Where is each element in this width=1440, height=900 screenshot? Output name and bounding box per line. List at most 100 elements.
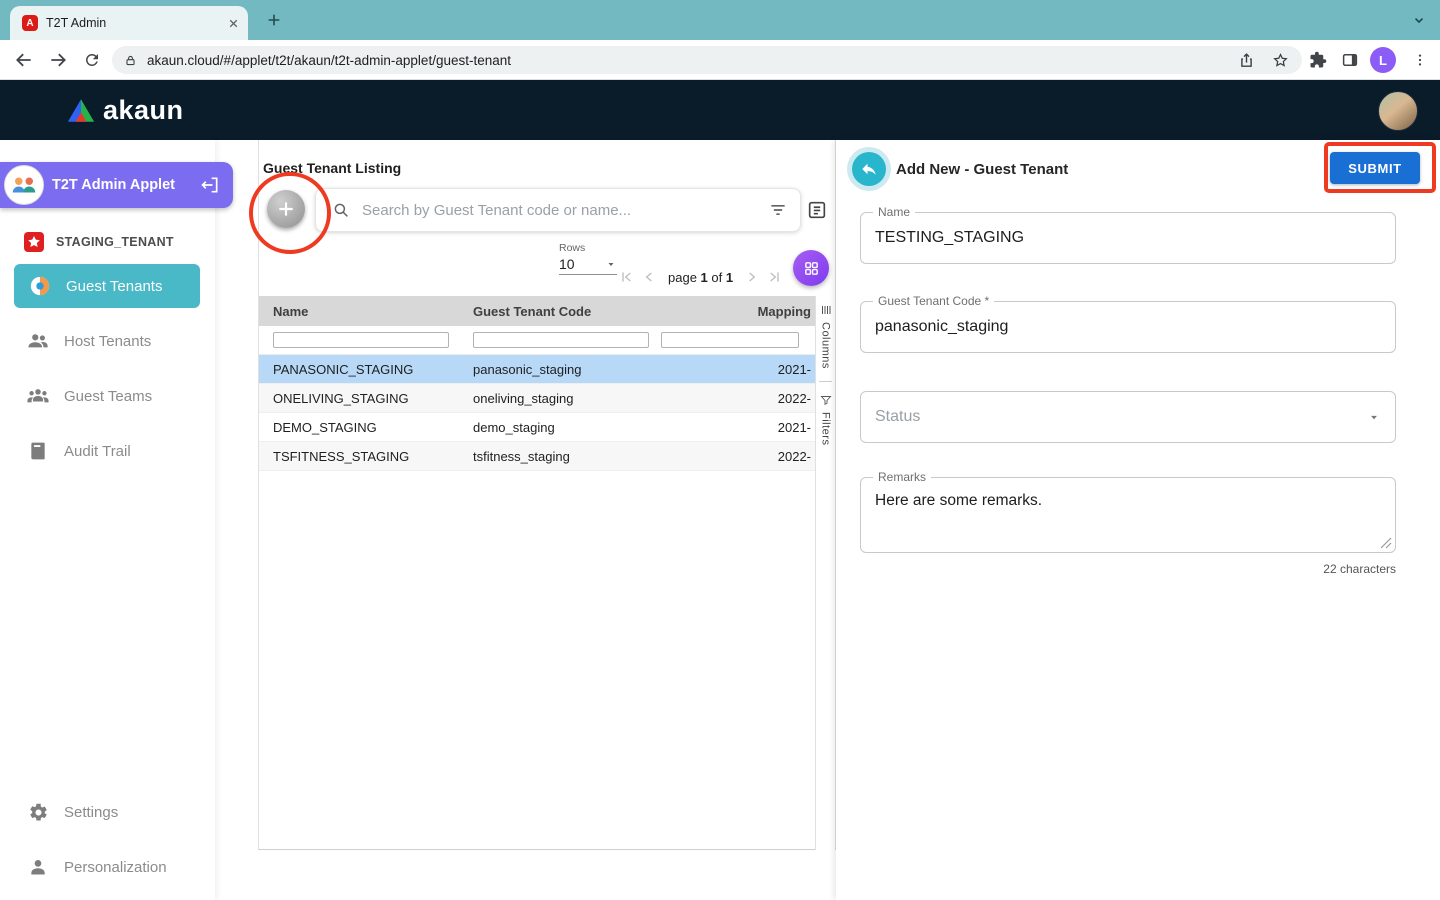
new-tab-icon[interactable] xyxy=(262,8,286,32)
chevron-down-icon xyxy=(1365,408,1383,426)
applet-switcher-button[interactable]: T2T Admin Applet xyxy=(0,162,233,208)
sidebar-item-personalization[interactable]: Personalization xyxy=(0,845,215,889)
forward-icon[interactable] xyxy=(46,48,70,72)
filter-input-mapping[interactable] xyxy=(661,332,799,348)
listing-title: Guest Tenant Listing xyxy=(263,160,401,176)
tenant-selector[interactable]: STAGING_TENANT xyxy=(0,226,215,258)
logout-icon[interactable] xyxy=(199,174,221,196)
screen: A T2T Admin akaun.cloud/#/applet/t2t/ xyxy=(0,0,1440,900)
sidebar-item-guest-tenants[interactable]: Guest Tenants xyxy=(14,264,200,308)
akaun-logo: akaun xyxy=(66,95,184,126)
person-icon xyxy=(26,855,50,879)
rows-label: Rows xyxy=(559,242,619,254)
strip-divider xyxy=(819,381,832,382)
browser-tab[interactable]: A T2T Admin xyxy=(10,6,248,40)
search-bar xyxy=(315,188,801,232)
tab-list-chevron-icon[interactable] xyxy=(1408,9,1430,31)
back-button[interactable] xyxy=(852,152,886,186)
code-field[interactable]: Guest Tenant Code * panasonic_staging xyxy=(860,301,1396,353)
menu-dots-icon[interactable] xyxy=(1408,48,1432,72)
logo-text: akaun xyxy=(103,95,184,126)
dropdown-arrow-icon xyxy=(605,258,617,270)
grid-view-icon xyxy=(803,260,820,277)
cell-mapping: 2022- xyxy=(659,449,815,464)
filter-input-code[interactable] xyxy=(473,332,649,348)
rows-per-page-dropdown[interactable]: Rows 10 xyxy=(559,242,619,275)
status-dropdown[interactable]: Status xyxy=(860,391,1396,443)
plus-icon xyxy=(276,199,296,219)
table-side-strip: Columns Filters xyxy=(815,296,835,850)
browser-tab-strip: A T2T Admin xyxy=(0,0,1440,40)
remarks-field[interactable]: Remarks Here are some remarks. xyxy=(860,477,1396,553)
extensions-icon[interactable] xyxy=(1306,48,1330,72)
table-row[interactable]: PANASONIC_STAGING panasonic_staging 2021… xyxy=(259,355,815,384)
sidebar-item-host-tenants[interactable]: Host Tenants xyxy=(0,319,215,363)
last-page-icon[interactable] xyxy=(766,269,782,285)
audit-trail-icon xyxy=(26,439,50,463)
name-field[interactable]: Name TESTING_STAGING xyxy=(860,212,1396,264)
columns-icon xyxy=(820,304,832,316)
name-field-label: Name xyxy=(873,205,915,219)
table-row[interactable]: DEMO_STAGING demo_staging 2021- xyxy=(259,413,815,442)
filters-toggle[interactable]: Filters xyxy=(820,394,832,445)
browser-profile-avatar[interactable]: L xyxy=(1370,47,1396,73)
grid-view-button[interactable] xyxy=(793,250,829,286)
sidebar-item-audit-trail[interactable]: Audit Trail xyxy=(0,429,215,473)
url-text: akaun.cloud/#/applet/t2t/akaun/t2t-admin… xyxy=(147,53,1222,68)
add-guest-tenant-button[interactable] xyxy=(267,190,305,228)
tab-close-icon[interactable] xyxy=(227,17,240,30)
cell-code: oneliving_staging xyxy=(459,391,659,406)
table-row[interactable]: TSFITNESS_STAGING tsfitness_staging 2022… xyxy=(259,442,815,471)
star-icon[interactable] xyxy=(1270,50,1290,70)
prev-page-icon[interactable] xyxy=(642,269,658,285)
pagination: page 1 of 1 xyxy=(619,266,782,288)
address-bar[interactable]: akaun.cloud/#/applet/t2t/akaun/t2t-admin… xyxy=(112,46,1302,74)
logo-triangle xyxy=(66,97,96,124)
detail-title: Add New - Guest Tenant xyxy=(896,161,1068,178)
cell-code: demo_staging xyxy=(459,420,659,435)
sidebar-item-guest-teams[interactable]: Guest Teams xyxy=(0,374,215,418)
columns-label: Columns xyxy=(820,322,832,369)
tenant-label: STAGING_TENANT xyxy=(56,235,174,249)
character-counter: 22 characters xyxy=(860,562,1396,576)
sidebar-item-label: Settings xyxy=(64,804,118,821)
sidebar-item-label: Guest Tenants xyxy=(66,278,162,295)
column-header-mapping: Mapping xyxy=(659,304,815,319)
applet-people-group-icon xyxy=(4,165,44,205)
next-page-icon[interactable] xyxy=(743,269,759,285)
filters-label: Filters xyxy=(820,412,832,445)
rows-value: 10 xyxy=(559,256,575,272)
reload-icon[interactable] xyxy=(80,48,104,72)
side-panel-icon[interactable] xyxy=(1338,48,1362,72)
guest-teams-icon xyxy=(26,384,50,408)
search-input[interactable] xyxy=(360,201,768,220)
cell-mapping: 2022- xyxy=(659,391,815,406)
sidebar-item-settings[interactable]: Settings xyxy=(0,790,215,834)
sidebar-item-label: Guest Teams xyxy=(64,388,152,405)
cell-code: tsfitness_staging xyxy=(459,449,659,464)
cell-code: panasonic_staging xyxy=(459,362,659,377)
cell-name: DEMO_STAGING xyxy=(259,420,459,435)
share-icon[interactable] xyxy=(1236,50,1256,70)
filter-list-icon[interactable] xyxy=(768,200,788,220)
cell-name: ONELIVING_STAGING xyxy=(259,391,459,406)
applet-label: T2T Admin Applet xyxy=(52,177,175,193)
table-header: Name Guest Tenant Code Mapping xyxy=(259,296,815,326)
sidebar: T2T Admin Applet STAGING_TENANT Guest Te… xyxy=(0,140,215,900)
columns-toggle[interactable]: Columns xyxy=(820,304,832,369)
table-row[interactable]: ONELIVING_STAGING oneliving_staging 2022… xyxy=(259,384,815,413)
filter-input-name[interactable] xyxy=(273,332,449,348)
sidebar-item-label: Personalization xyxy=(64,859,167,876)
list-alt-icon[interactable] xyxy=(805,198,829,222)
back-arrow-icon xyxy=(860,160,878,178)
add-guest-tenant-panel: Add New - Guest Tenant SUBMIT Name TESTI… xyxy=(836,140,1440,900)
resize-handle-icon[interactable] xyxy=(1380,537,1392,549)
first-page-icon[interactable] xyxy=(619,269,635,285)
page-indicator: page 1 of 1 xyxy=(668,270,733,285)
guest-tenant-listing-panel: Guest Tenant Listing Rows 10 xyxy=(258,140,836,850)
user-avatar[interactable] xyxy=(1378,91,1418,131)
back-icon[interactable] xyxy=(12,48,36,72)
submit-button[interactable]: SUBMIT xyxy=(1330,152,1420,184)
settings-gear-icon xyxy=(26,800,50,824)
code-field-label: Guest Tenant Code * xyxy=(873,294,994,308)
